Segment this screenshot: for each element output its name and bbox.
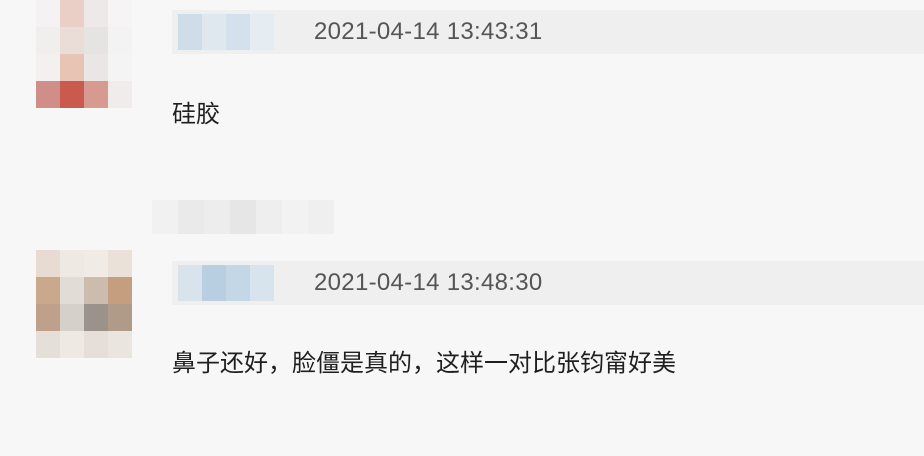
comment-timestamp: 2021-04-14 13:43:31 <box>314 18 543 45</box>
comment-timestamp: 2021-04-14 13:48:30 <box>314 269 543 296</box>
comment-header: 2021-04-14 13:43:31 <box>172 10 924 54</box>
comment-text: 鼻子还好，脸僵是真的，这样一对比张钧甯好美 <box>172 349 676 377</box>
username-blurred[interactable] <box>178 14 274 50</box>
comment-header: 2021-04-14 13:48:30 <box>172 261 924 305</box>
blurred-content <box>152 200 334 234</box>
comment-item: 2021-04-14 13:43:31 硅胶 <box>0 0 924 190</box>
avatar[interactable] <box>36 250 132 358</box>
comment-text: 硅胶 <box>172 100 220 128</box>
username-blurred[interactable] <box>178 265 274 301</box>
avatar[interactable] <box>36 0 132 108</box>
comment-item: 2021-04-14 13:48:30 鼻子还好，脸僵是真的，这样一对比张钧甯好… <box>0 246 924 456</box>
